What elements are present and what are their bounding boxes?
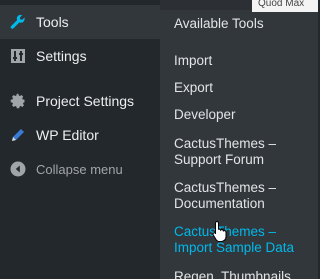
header-peek: Quod Max [252,0,318,12]
admin-sidebar-menu: Tools Settings Project Settings WP Edito… [0,0,160,279]
menu-item-label: Project Settings [36,93,135,109]
gear-icon [9,92,27,110]
menu-item-label: WP Editor [36,127,99,143]
submenu-item-import[interactable]: Import [160,48,318,74]
header-peek-text: Quod Max [258,0,305,9]
tools-submenu-flyout: Available Tools Import Export Developer … [160,0,318,279]
submenu-item-regen-thumbnails[interactable]: Regen. Thumbnails [160,264,318,279]
submenu-item-available-tools[interactable]: Available Tools [160,11,318,37]
menu-item-project-settings[interactable]: Project Settings [0,84,160,118]
submenu-item-developer[interactable]: Developer [160,102,318,128]
submenu-item-import-sample-data[interactable]: CactusThemes – Import Sample Data [160,219,318,261]
settings-sliders-icon [9,47,27,65]
menu-item-settings[interactable]: Settings [0,39,160,73]
menu-item-label: Tools [36,14,69,30]
collapse-arrow-icon [9,160,27,178]
menu-item-label: Settings [36,48,87,64]
menu-item-tools[interactable]: Tools [0,5,160,39]
menu-item-wp-editor[interactable]: WP Editor [0,118,160,152]
collapse-menu-label: Collapse menu [36,161,123,177]
submenu-item-export[interactable]: Export [160,75,318,101]
collapse-menu-button[interactable]: Collapse menu [0,152,160,186]
submenu-item-support-forum[interactable]: CactusThemes – Support Forum [160,131,318,173]
wrench-icon [9,13,27,31]
pencil-icon [9,126,27,144]
submenu-item-documentation[interactable]: CactusThemes – Documentation [160,175,318,217]
